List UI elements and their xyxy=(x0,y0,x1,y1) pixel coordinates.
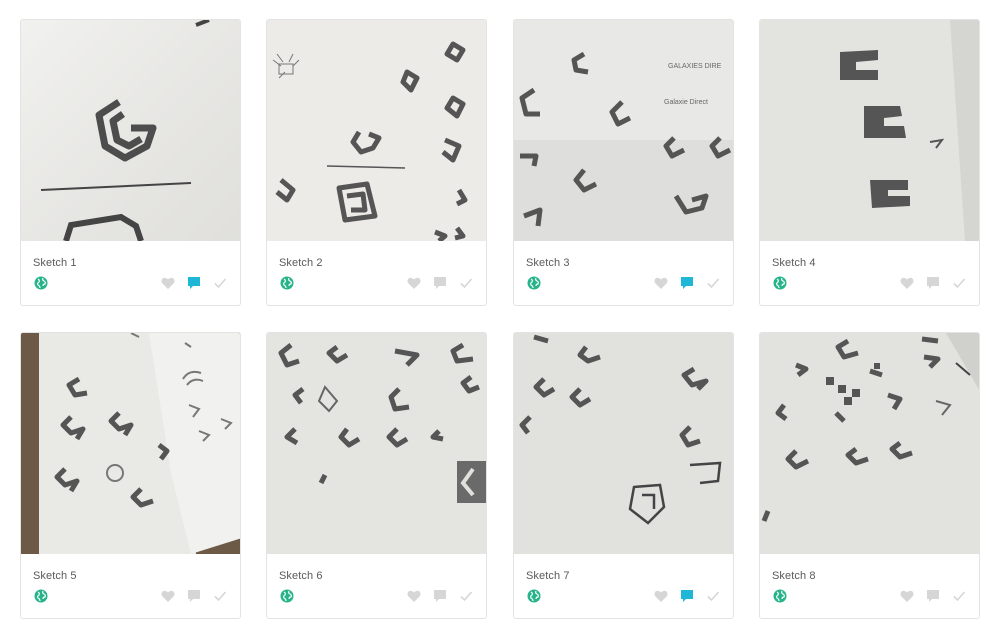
sketch-thumbnail[interactable] xyxy=(760,333,979,554)
comment-icon[interactable] xyxy=(432,275,448,291)
sketch-thumbnail[interactable]: GALAXIES DIRE Galaxie Direct xyxy=(514,20,733,241)
globe-icon xyxy=(280,276,294,290)
sketch-note: GALAXIES DIRE xyxy=(668,63,722,70)
globe-icon xyxy=(280,589,294,603)
globe-icon xyxy=(34,589,48,603)
globe-icon xyxy=(527,276,541,290)
globe-icon xyxy=(773,276,787,290)
card-actions xyxy=(653,275,721,291)
card-actions xyxy=(653,588,721,604)
sketch-drawing xyxy=(514,333,733,554)
sketch-title: Sketch 1 xyxy=(33,257,77,269)
sketch-thumbnail[interactable] xyxy=(267,20,486,241)
sketch-card: Sketch 7 xyxy=(513,332,734,619)
sketch-card: Sketch 5 xyxy=(20,332,241,619)
sketch-title: Sketch 4 xyxy=(772,257,816,269)
sketch-drawing xyxy=(267,333,486,554)
comment-icon[interactable] xyxy=(432,588,448,604)
comment-icon[interactable] xyxy=(925,275,941,291)
sketch-card: GALAXIES DIRE Galaxie Direct Sketch 3 xyxy=(513,19,734,306)
card-actions xyxy=(160,588,228,604)
sketch-title: Sketch 2 xyxy=(279,257,323,269)
heart-icon[interactable] xyxy=(899,275,915,291)
card-actions xyxy=(899,588,967,604)
sketch-drawing xyxy=(267,20,486,241)
heart-icon[interactable] xyxy=(406,275,422,291)
sketch-title: Sketch 7 xyxy=(526,570,570,582)
check-icon[interactable] xyxy=(705,588,721,604)
heart-icon[interactable] xyxy=(406,588,422,604)
sketch-title: Sketch 3 xyxy=(526,257,570,269)
card-actions xyxy=(406,588,474,604)
card-actions xyxy=(899,275,967,291)
sketch-card: Sketch 6 xyxy=(266,332,487,619)
heart-icon[interactable] xyxy=(653,588,669,604)
check-icon[interactable] xyxy=(951,275,967,291)
check-icon[interactable] xyxy=(951,588,967,604)
heart-icon[interactable] xyxy=(160,588,176,604)
sketch-note: Galaxie Direct xyxy=(664,99,708,106)
sketch-thumbnail[interactable] xyxy=(760,20,979,241)
check-icon[interactable] xyxy=(458,588,474,604)
sketch-title: Sketch 8 xyxy=(772,570,816,582)
sketch-thumbnail[interactable] xyxy=(21,333,240,554)
comment-icon[interactable] xyxy=(186,275,202,291)
globe-icon xyxy=(34,276,48,290)
sketch-drawing xyxy=(760,20,979,241)
sketch-grid: Sketch 1 Sketch 2 GALAXIES DIRE Galaxie … xyxy=(0,0,995,632)
sketch-drawing xyxy=(760,333,979,554)
sketch-drawing: GALAXIES DIRE Galaxie Direct xyxy=(514,20,733,241)
sketch-thumbnail[interactable] xyxy=(514,333,733,554)
sketch-drawing xyxy=(21,333,240,554)
sketch-drawing xyxy=(21,20,240,241)
check-icon[interactable] xyxy=(212,275,228,291)
card-actions xyxy=(406,275,474,291)
sketch-thumbnail[interactable] xyxy=(267,333,486,554)
check-icon[interactable] xyxy=(212,588,228,604)
sketch-card: Sketch 1 xyxy=(20,19,241,306)
heart-icon[interactable] xyxy=(653,275,669,291)
comment-icon[interactable] xyxy=(679,588,695,604)
sketch-title: Sketch 5 xyxy=(33,570,77,582)
sketch-title: Sketch 6 xyxy=(279,570,323,582)
heart-icon[interactable] xyxy=(160,275,176,291)
comment-icon[interactable] xyxy=(925,588,941,604)
globe-icon xyxy=(773,589,787,603)
sketch-card: Sketch 8 xyxy=(759,332,980,619)
sketch-thumbnail[interactable] xyxy=(21,20,240,241)
comment-icon[interactable] xyxy=(679,275,695,291)
sketch-card: Sketch 4 xyxy=(759,19,980,306)
check-icon[interactable] xyxy=(705,275,721,291)
sketch-card: Sketch 2 xyxy=(266,19,487,306)
comment-icon[interactable] xyxy=(186,588,202,604)
card-actions xyxy=(160,275,228,291)
check-icon[interactable] xyxy=(458,275,474,291)
globe-icon xyxy=(527,589,541,603)
heart-icon[interactable] xyxy=(899,588,915,604)
